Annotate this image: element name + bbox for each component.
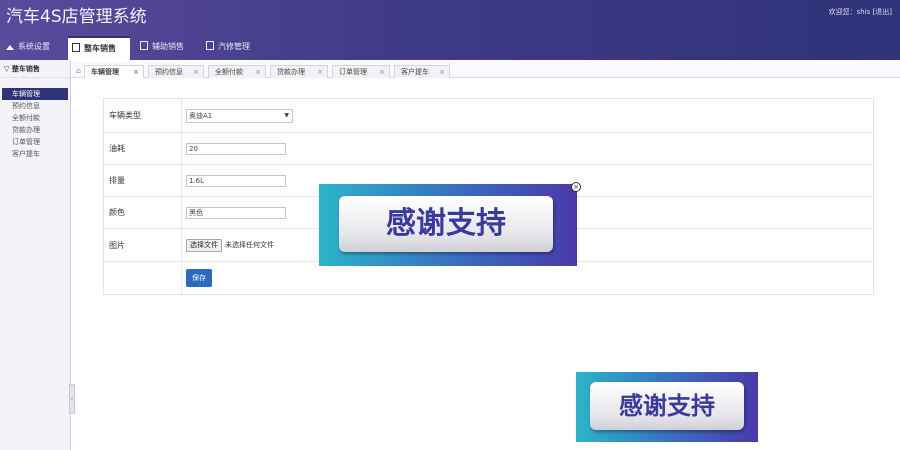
document-icon xyxy=(72,43,80,52)
welcome-logout[interactable]: 欢迎您：shis [退出] xyxy=(829,7,892,17)
sidebar-collapse-handle[interactable]: ‹ xyxy=(69,384,75,414)
nav-item-repair-management[interactable]: 汽修管理 xyxy=(202,36,262,60)
nav-label: 整车销售 xyxy=(84,44,116,53)
sidebar: ▽ 整车销售 车辆管理 预约信息 全额付款 贷款办理 订单管理 客户提车 xyxy=(0,60,71,450)
tab-full-payment[interactable]: 全额付款 × xyxy=(208,65,266,78)
close-icon[interactable]: × xyxy=(439,66,445,78)
tab-label: 预约信息 xyxy=(155,68,183,76)
close-icon[interactable]: × xyxy=(255,66,261,78)
nav-label: 汽修管理 xyxy=(218,42,250,51)
displacement-label: 排量 xyxy=(104,165,182,196)
fuel-input[interactable]: 20 xyxy=(186,142,286,155)
main-nav: 系统设置 整车销售 辅助销售 汽修管理 xyxy=(0,36,900,60)
tab-loan-processing[interactable]: 贷款办理 × xyxy=(270,65,328,78)
image-label: 图片 xyxy=(104,229,182,261)
tab-label: 客户提车 xyxy=(401,68,429,76)
sidebar-item-full-payment[interactable]: 全额付款 xyxy=(0,112,70,124)
tab-label: 车辆管理 xyxy=(91,68,119,76)
tab-label: 全额付款 xyxy=(215,68,243,76)
close-icon[interactable]: × xyxy=(379,66,385,78)
file-status-text: 未选择任何文件 xyxy=(225,241,274,249)
color-input[interactable]: 黑色 xyxy=(186,206,286,219)
tab-bar: ⌂ 车辆管理 × 预约信息 × 全额付款 × 贷款办理 × 订单管理 × 客户提车 × xyxy=(72,62,900,78)
tab-label: 订单管理 xyxy=(339,68,367,76)
watermark-text-small: 感谢支持 xyxy=(590,382,744,430)
top-header: 汽车4S店管理系统 欢迎您：shis [退出] 系统设置 整车销售 辅助销售 汽… xyxy=(0,0,900,60)
car-type-label: 车辆类型 xyxy=(104,99,182,132)
close-icon[interactable]: × xyxy=(317,66,323,78)
dropdown-arrow-icon: ▼ xyxy=(284,111,289,119)
form-row-actions: 保存 xyxy=(104,262,873,294)
tab-home-icon[interactable]: ⌂ xyxy=(76,66,81,75)
document-icon xyxy=(206,41,214,50)
close-icon[interactable]: × xyxy=(133,66,139,78)
sidebar-heading[interactable]: ▽ 整车销售 xyxy=(0,60,70,78)
displacement-input[interactable]: 1.6L xyxy=(186,174,286,187)
tab-reservations[interactable]: 预约信息 × xyxy=(148,65,204,78)
sidebar-item-vehicle-management[interactable]: 车辆管理 xyxy=(2,88,68,100)
app-title: 汽车4S店管理系统 xyxy=(6,7,147,27)
document-icon xyxy=(140,41,148,50)
tab-customer-pickup[interactable]: 客户提车 × xyxy=(394,65,450,78)
nav-label: 辅助销售 xyxy=(152,42,184,51)
sidebar-item-reservations[interactable]: 预约信息 xyxy=(0,100,70,112)
watermark-text-large: 感谢支持 xyxy=(339,196,553,252)
nav-item-vehicle-sales[interactable]: 整车销售 xyxy=(68,36,130,60)
home-icon xyxy=(6,45,14,50)
empty-label-cell xyxy=(104,262,182,294)
fuel-label: 油耗 xyxy=(104,133,182,164)
form-row-car-type: 车辆类型 奥迪A1 ▼ xyxy=(104,99,873,133)
color-label: 颜色 xyxy=(104,197,182,228)
close-icon[interactable]: × xyxy=(193,66,199,78)
form-row-fuel: 油耗 20 xyxy=(104,133,873,165)
tab-order-management[interactable]: 订单管理 × xyxy=(332,65,390,78)
watermark-banner-large: 感谢支持 xyxy=(319,184,577,266)
watermark-banner-small: 感谢支持 xyxy=(576,372,758,442)
tab-vehicle-management[interactable]: 车辆管理 × xyxy=(84,65,144,78)
save-button[interactable]: 保存 xyxy=(186,269,212,287)
sidebar-item-customer-pickup[interactable]: 客户提车 xyxy=(0,148,70,160)
close-icon[interactable]: × xyxy=(571,182,581,192)
car-type-select[interactable]: 奥迪A1 ▼ xyxy=(186,108,293,123)
sidebar-item-loan-processing[interactable]: 贷款办理 xyxy=(0,124,70,136)
nav-label: 系统设置 xyxy=(18,42,50,51)
nav-item-auxiliary-sales[interactable]: 辅助销售 xyxy=(136,36,196,60)
tab-label: 贷款办理 xyxy=(277,68,305,76)
choose-file-button[interactable]: 选择文件 xyxy=(186,238,222,252)
sidebar-item-order-management[interactable]: 订单管理 xyxy=(0,136,70,148)
nav-item-system-settings[interactable]: 系统设置 xyxy=(2,36,62,60)
